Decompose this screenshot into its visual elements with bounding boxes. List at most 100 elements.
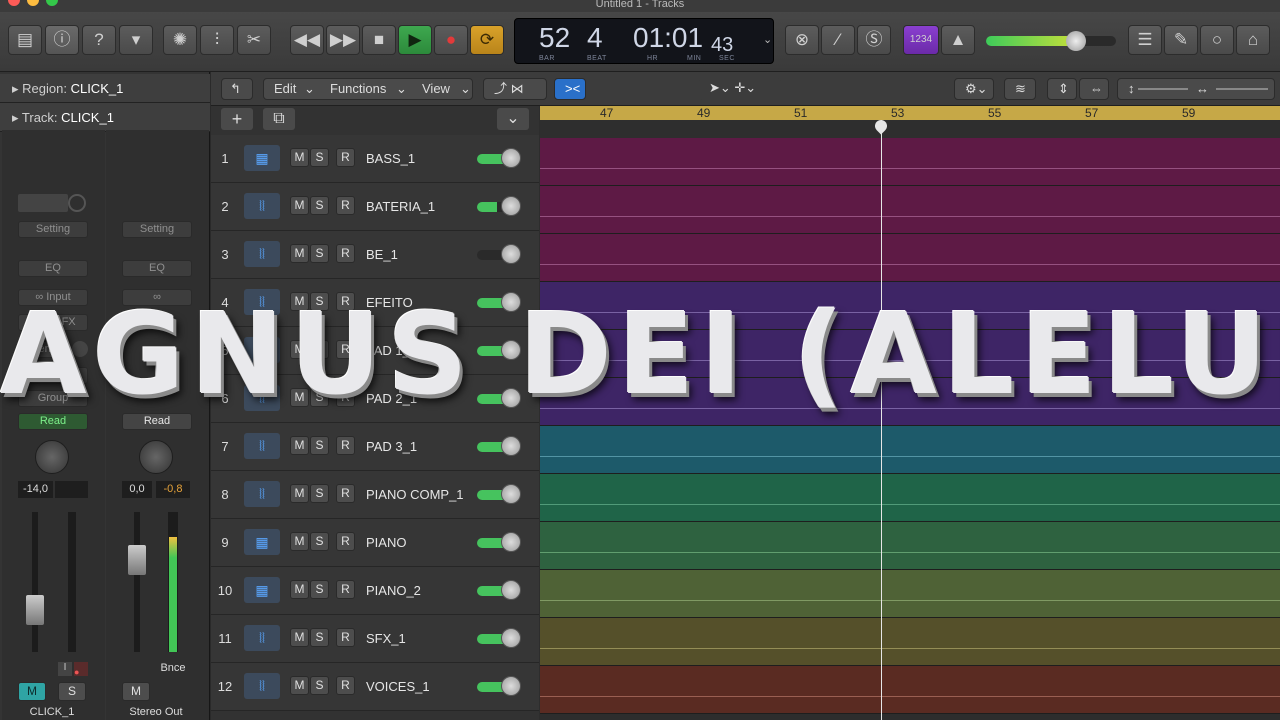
track-mute-button[interactable]: M [290,580,309,599]
display-menu-chevron-icon[interactable]: ⌄ [763,33,772,46]
track-icon[interactable]: ⦚⦚ [244,193,280,219]
metronome-button[interactable]: ▲ [941,25,975,55]
track-volume-knob[interactable] [501,148,521,168]
play-button[interactable]: ▶ [398,25,432,55]
track-header[interactable]: 9 ▦ M S R PIANO [211,519,539,567]
track-icon[interactable]: ⦚⦚ [244,241,280,267]
track-record-button[interactable]: R [336,532,355,551]
track-volume-knob[interactable] [501,628,521,648]
audio-region[interactable] [540,186,1280,234]
track-record-button[interactable]: R [336,436,355,455]
bounce-button[interactable]: Bnce [154,662,192,676]
track-header[interactable]: 1 ▦ M S R BASS_1 [211,135,539,183]
track-mute-button[interactable]: M [290,436,309,455]
browsers-button[interactable]: ⌂ [1236,25,1270,55]
track-mute-button[interactable]: M [290,196,309,215]
view-menu[interactable]: View [422,79,450,99]
track-mute-button[interactable]: M [290,628,309,647]
track-icon[interactable]: ⦚⦚ [244,625,280,651]
track-header[interactable]: 2 ⦚⦚ M S R BATERIA_1 [211,183,539,231]
track-solo-button[interactable]: S [310,148,329,167]
vertical-zoom-slider[interactable] [1138,88,1188,90]
track-mute-button[interactable]: M [290,244,309,263]
loop-browser-button[interactable]: ○ [1200,25,1234,55]
track-icon[interactable]: ⦚⦚ [244,673,280,699]
track-solo-button[interactable]: S [310,244,329,263]
track-record-button[interactable]: R [336,484,355,503]
replace-button[interactable]: ⊗ [785,25,819,55]
track-volume-knob[interactable] [501,196,521,216]
bar-ruler[interactable]: 47 49 51 53 55 57 59 [540,106,1280,138]
track-volume-knob[interactable] [501,580,521,600]
pan-knob[interactable] [35,440,69,474]
audio-region[interactable] [540,570,1280,618]
track-record-button[interactable]: R [336,628,355,647]
zoom-sliders[interactable]: ↕ ↔ [1117,78,1275,100]
input-monitoring-button[interactable]: I [58,662,72,676]
toolbar-button[interactable]: ▾ [119,25,153,55]
cycle-region[interactable] [540,106,1280,120]
eq-button[interactable]: EQ [18,260,88,277]
master-volume-slider[interactable] [986,31,1116,51]
list-editors-button[interactable]: ☰ [1128,25,1162,55]
track-record-button[interactable]: R [336,676,355,695]
audio-region[interactable] [540,138,1280,186]
track-mute-button[interactable]: M [290,484,309,503]
count-in-button[interactable]: 1234 [903,25,939,55]
track-mute-button[interactable]: M [290,676,309,695]
track-volume-knob[interactable] [501,484,521,504]
tool-menus[interactable]: ➤⌄ ✛⌄ [699,78,781,100]
track-solo-button[interactable]: S [310,580,329,599]
master-volume-knob[interactable] [1066,31,1086,51]
mute-button[interactable]: M [122,682,150,701]
track-header[interactable]: 10 ▦ M S R PIANO_2 [211,567,539,615]
track-header[interactable]: 12 ⦚⦚ M S R VOICES_1 [211,663,539,711]
track-solo-button[interactable]: S [310,484,329,503]
input-monitor-icon[interactable] [68,194,86,212]
minimize-window-icon[interactable] [27,0,39,6]
region-inspector-header[interactable]: ▸ Region: CLICK_1 [0,74,210,103]
waveform-zoom-button[interactable]: ≋ [1004,78,1036,100]
automation-flex-button[interactable]: ⤴ ⋈ [483,78,547,100]
zoom-window-icon[interactable] [46,0,58,6]
volume-fader[interactable] [128,545,146,575]
track-record-button[interactable]: R [336,148,355,167]
horizontal-fit-button[interactable]: ⇔ [1079,78,1109,100]
track-solo-button[interactable]: S [310,532,329,551]
audio-region[interactable] [540,426,1280,474]
track-volume-knob[interactable] [501,436,521,456]
library-button[interactable]: ▤ [8,25,42,55]
rewind-button[interactable]: ◀◀ [290,25,324,55]
functions-menu[interactable]: Functions [330,79,386,99]
track-header[interactable]: 8 ⦚⦚ M S R PIANO COMP_1 [211,471,539,519]
add-track-button[interactable]: + [221,108,253,130]
track-icon[interactable]: ▦ [244,577,280,603]
track-mute-button[interactable]: M [290,148,309,167]
track-icon[interactable]: ▦ [244,145,280,171]
vertical-fit-button[interactable]: ⇕ [1047,78,1077,100]
close-window-icon[interactable] [8,0,20,6]
pan-knob[interactable] [139,440,173,474]
quick-help-button[interactable]: ? [82,25,116,55]
audio-region[interactable] [540,618,1280,666]
setting-button[interactable]: Setting [122,221,192,238]
inspector-button[interactable]: ⓘ [45,25,79,55]
record-enable-button[interactable]: ● [74,662,88,677]
track-volume-knob[interactable] [501,244,521,264]
track-header[interactable]: 3 ⦚⦚ M S R BE_1 [211,231,539,279]
audio-region[interactable] [540,522,1280,570]
solo-mode-button[interactable]: Ⓢ [857,25,891,55]
mute-button[interactable]: M [18,682,46,701]
track-icon[interactable]: ⦚⦚ [244,481,280,507]
track-volume-knob[interactable] [501,532,521,552]
track-volume-knob[interactable] [501,676,521,696]
record-button[interactable]: ● [434,25,468,55]
track-record-button[interactable]: R [336,196,355,215]
track-icon[interactable]: ⦚⦚ [244,433,280,459]
transport-display[interactable]: 52 4 01:01 43 BAR BEAT HR MIN SEC ⌄ [514,18,774,64]
track-solo-button[interactable]: S [310,196,329,215]
stop-button[interactable]: ■ [362,25,396,55]
eq-button[interactable]: EQ [122,260,192,277]
duplicate-track-button[interactable]: ⧉ [263,108,295,130]
back-button[interactable]: ↰ [221,78,253,100]
